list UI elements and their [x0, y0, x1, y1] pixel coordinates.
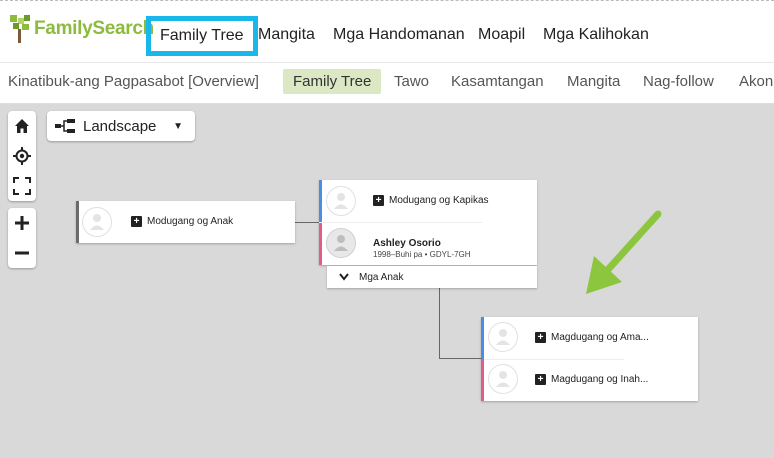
add-child-button[interactable]: + Modugang og Anak — [131, 216, 233, 227]
zoom-in-button[interactable] — [8, 208, 36, 238]
divider — [484, 359, 624, 360]
female-accent-bar — [481, 359, 484, 401]
caret-down-icon: ▼ — [173, 120, 183, 132]
add-mother-label: Magdugang og Inah... — [551, 374, 649, 385]
plus-icon: + — [131, 216, 142, 227]
fullscreen-button[interactable] — [8, 171, 36, 201]
zoom-controls — [8, 208, 36, 268]
person-ashley-osorio[interactable]: Ashley Osorio 1998–Buhi pa • GDYL-7GH — [373, 238, 471, 259]
tab-akon[interactable]: Akon — [739, 73, 773, 90]
top-navigation: FamilySearch Family Tree Mangita Mga Han… — [0, 0, 774, 62]
sub-navigation: Kinatibuk-ang Pagpasabot [Overview] Fami… — [0, 62, 774, 104]
tab-overview[interactable]: Kinatibuk-ang Pagpasabot [Overview] — [8, 73, 259, 90]
nav-mga-handomanan[interactable]: Mga Handomanan — [333, 26, 465, 44]
tree-logo-icon — [10, 15, 30, 43]
zoom-out-icon — [15, 251, 29, 255]
person-placeholder-icon — [488, 322, 518, 352]
add-child-label: Modugang og Anak — [147, 216, 234, 227]
female-accent-bar — [319, 223, 322, 265]
plus-icon: + — [535, 374, 546, 385]
add-mother-button[interactable]: + Magdugang og Inah... — [535, 374, 648, 385]
add-spouse-button[interactable]: + Modugang og Kapikas — [373, 195, 489, 206]
tab-kasamtangan[interactable]: Kasamtangan — [451, 73, 544, 90]
locate-icon — [13, 147, 31, 165]
card-accent-bar — [76, 201, 79, 243]
logo-text: FamilySearch — [34, 18, 154, 39]
tab-mangita[interactable]: Mangita — [567, 73, 620, 90]
connector-line — [439, 288, 440, 359]
plus-icon: + — [373, 195, 384, 206]
person-placeholder-icon — [326, 186, 356, 216]
add-spouse-label: Modugang og Kapikas — [389, 195, 489, 206]
add-parents-card: + Magdugang og Ama... + Magdugang og Ina… — [481, 317, 698, 401]
add-child-card[interactable]: + Modugang og Anak — [76, 201, 295, 243]
layout-dropdown[interactable]: Landscape ▼ — [47, 111, 195, 141]
couple-card: + Modugang og Kapikas Ashley Osorio 1998… — [319, 180, 537, 265]
tab-family-tree[interactable]: Family Tree — [283, 69, 382, 94]
view-controls — [8, 111, 36, 201]
person-female-icon — [326, 228, 356, 258]
male-accent-bar — [319, 180, 322, 222]
connector-line — [295, 222, 319, 223]
children-toggle[interactable]: Mga Anak — [327, 266, 537, 288]
person-placeholder-icon — [82, 207, 112, 237]
zoom-in-icon — [15, 216, 29, 230]
person-name: Ashley Osorio — [373, 238, 441, 249]
annotation-arrow-icon — [586, 210, 662, 294]
person-placeholder-icon — [488, 364, 518, 394]
nav-moapil[interactable]: Moapil — [478, 26, 525, 44]
layout-label: Landscape — [83, 117, 157, 135]
chevron-down-icon — [339, 273, 349, 281]
nav-family-tree[interactable]: Family Tree — [146, 16, 258, 56]
male-accent-bar — [481, 317, 484, 359]
fullscreen-icon — [13, 177, 31, 195]
children-label: Mga Anak — [359, 271, 404, 283]
locate-button[interactable] — [8, 141, 36, 171]
plus-icon: + — [535, 332, 546, 343]
nav-mangita[interactable]: Mangita — [258, 26, 315, 44]
home-button[interactable] — [8, 111, 36, 141]
familysearch-logo[interactable]: FamilySearch — [8, 11, 154, 47]
zoom-out-button[interactable] — [8, 238, 36, 268]
tab-tawo[interactable]: Tawo — [394, 73, 429, 90]
home-icon — [15, 119, 29, 133]
add-father-label: Magdugang og Ama... — [551, 332, 649, 343]
nav-mga-kalihokan[interactable]: Mga Kalihokan — [543, 26, 649, 44]
connector-line — [439, 358, 481, 359]
landscape-tree-icon — [55, 119, 75, 133]
divider — [322, 222, 482, 223]
add-father-button[interactable]: + Magdugang og Ama... — [535, 332, 649, 343]
tab-nag-follow[interactable]: Nag-follow — [643, 73, 714, 90]
person-details: 1998–Buhi pa • GDYL-7GH — [373, 250, 471, 259]
